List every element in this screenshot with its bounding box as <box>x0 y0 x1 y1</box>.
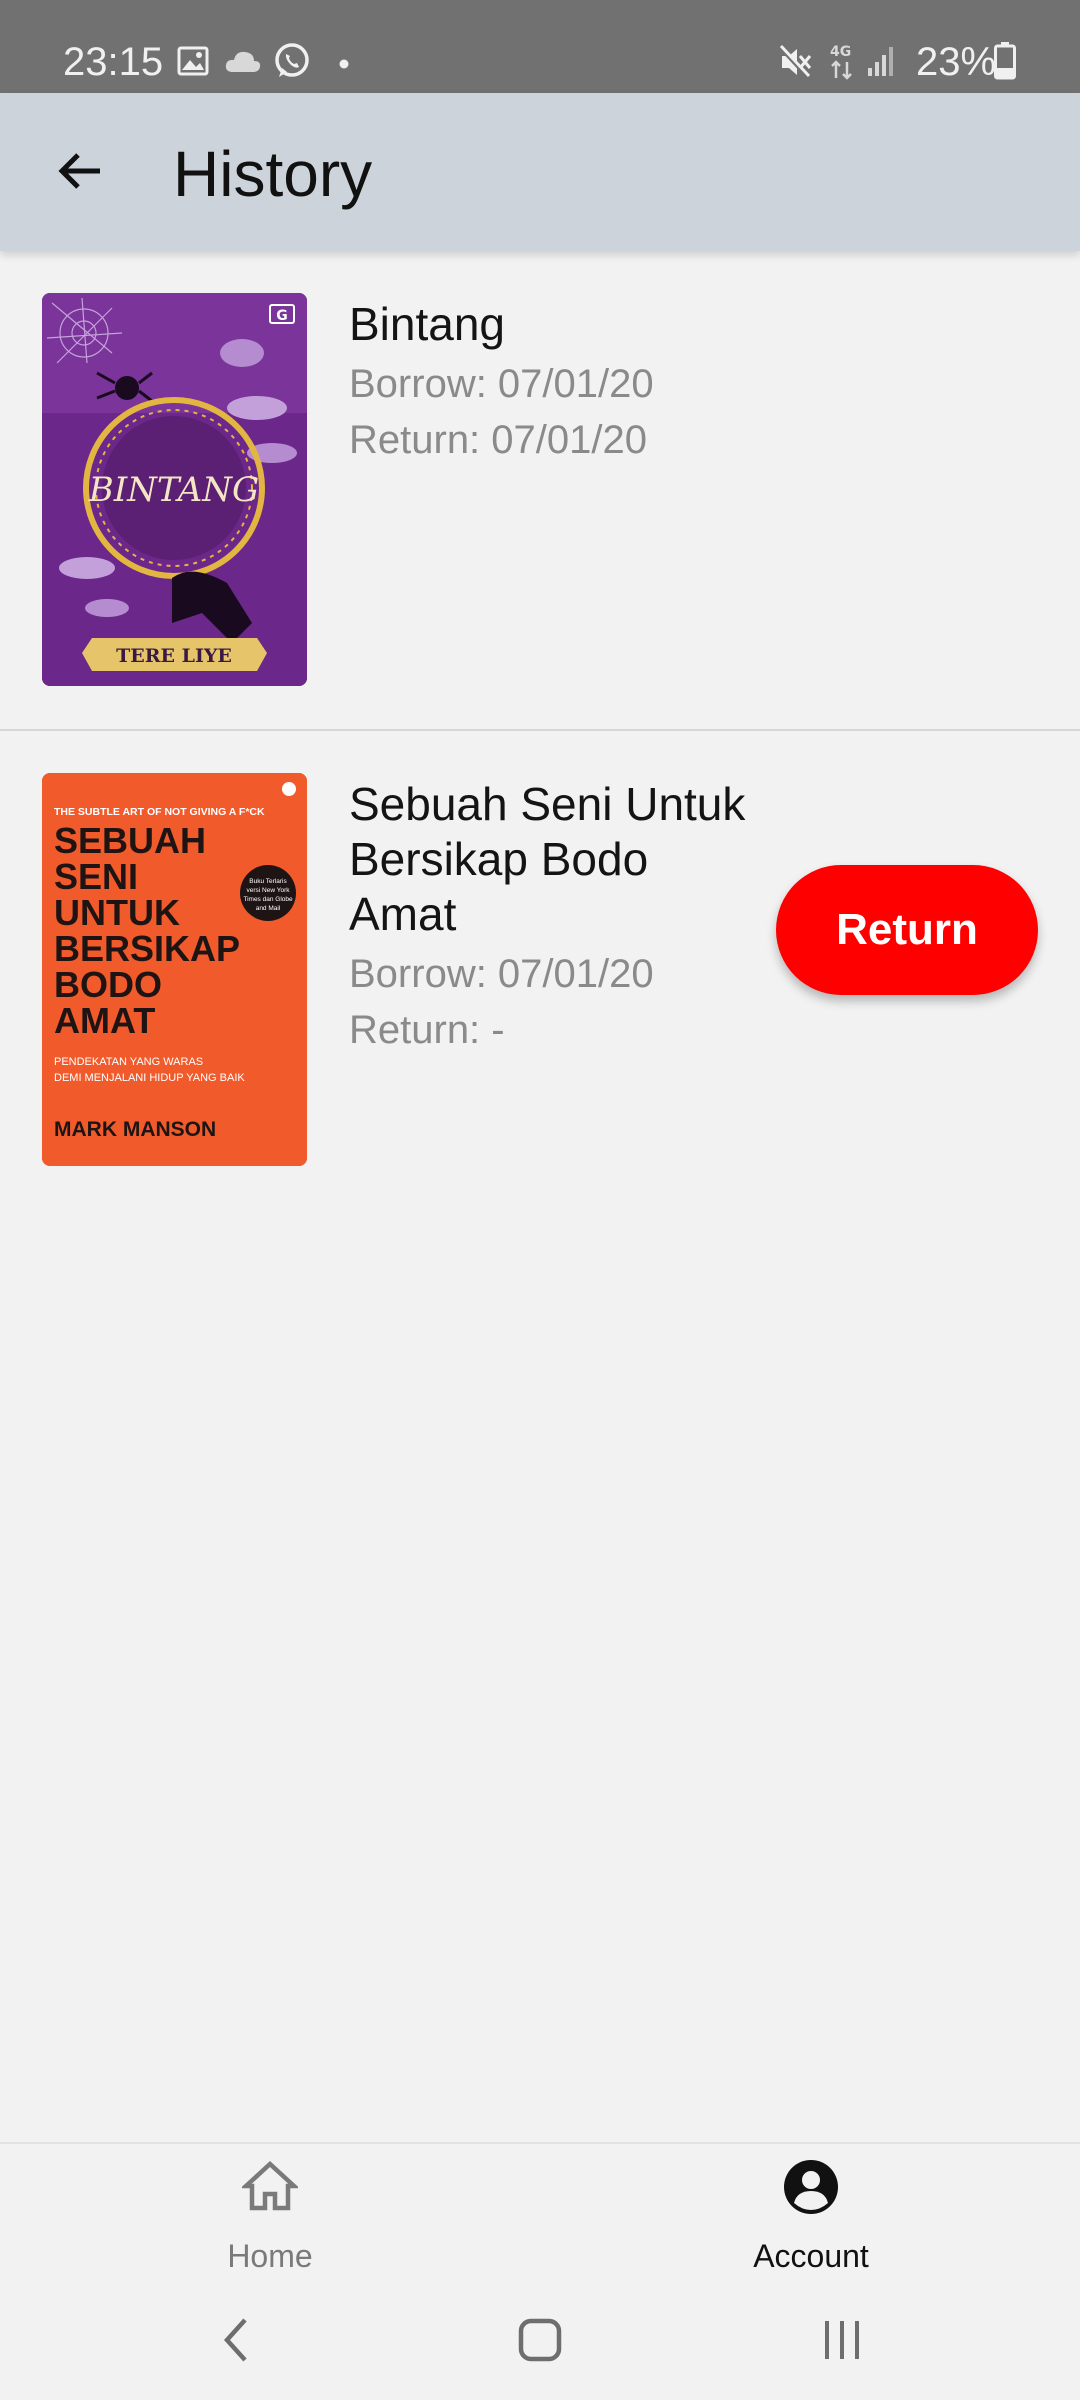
whatsapp-icon <box>273 42 311 85</box>
cover-publisher-mark: G <box>276 308 288 324</box>
cover-title-line: AMAT <box>54 1000 155 1041</box>
svg-text:versi New York: versi New York <box>247 887 291 894</box>
history-list: BINTANG TERE LIYE G Bintang Borrow: 07/0… <box>0 251 1080 1209</box>
borrow-date: Borrow: 07/01/20 <box>349 362 654 406</box>
network-4g-icon: 4G <box>828 42 856 87</box>
page-title: History <box>173 138 373 210</box>
book-cover: BINTANG TERE LIYE G <box>42 293 307 686</box>
system-nav-bar <box>0 2284 1080 2400</box>
home-icon <box>240 2158 300 2219</box>
cover-subtitle: DEMI MENJALANI HIDUP YANG BAIK <box>54 1072 245 1084</box>
cover-title-line: SENI <box>54 856 138 897</box>
nav-label-account: Account <box>753 2238 869 2274</box>
book-title: Bintang <box>349 298 506 350</box>
cover-title-line: SEBUAH <box>54 820 206 861</box>
svg-text:and Mail: and Mail <box>256 905 281 912</box>
signal-icon <box>866 44 898 83</box>
borrow-date: Borrow: 07/01/20 <box>349 952 654 996</box>
system-recents-button[interactable] <box>802 2312 882 2372</box>
system-home-button[interactable] <box>500 2312 580 2372</box>
history-item[interactable]: BINTANG TERE LIYE G Bintang Borrow: 07/0… <box>0 251 1080 729</box>
history-item[interactable]: THE SUBTLE ART OF NOT GIVING A F*CK SEBU… <box>0 731 1080 1209</box>
cover-title-line: BODO <box>54 964 162 1005</box>
screen: 23:15 4G 23% History BINTANG TERE LIYE G… <box>0 0 1080 2400</box>
account-icon <box>782 2158 840 2221</box>
gallery-icon <box>177 45 209 82</box>
app-bar: History <box>0 93 1080 251</box>
cover-tagline: THE SUBTLE ART OF NOT GIVING A F*CK <box>54 806 265 818</box>
return-date: Return: 07/01/20 <box>349 418 647 462</box>
recents-icon <box>819 2317 865 2368</box>
status-time: 23:15 <box>63 40 164 84</box>
system-back-button[interactable] <box>196 2312 276 2372</box>
back-button[interactable] <box>40 133 120 213</box>
svg-text:Buku Terlaris: Buku Terlaris <box>249 878 287 885</box>
cover-author: MARK MANSON <box>54 1118 216 1141</box>
cover-title-line: UNTUK <box>54 892 180 933</box>
arrow-back-icon <box>56 147 104 200</box>
cover-title-line: BERSIKAP <box>54 928 240 969</box>
book-cover: THE SUBTLE ART OF NOT GIVING A F*CK SEBU… <box>42 773 307 1166</box>
book-title: Sebuah Seni Untuk Bersikap Bodo Amat <box>349 778 746 940</box>
nav-item-account[interactable]: Account <box>661 2144 961 2286</box>
cloud-icon <box>224 48 262 79</box>
return-button[interactable]: Return <box>776 865 1038 995</box>
cover-subtitle: PENDEKATAN YANG WARAS <box>54 1056 203 1068</box>
svg-text:4G: 4G <box>830 44 851 60</box>
cover-author-text: TERE LIYE <box>116 645 232 667</box>
mute-icon <box>778 44 814 85</box>
svg-text:Times dan Globe: Times dan Globe <box>243 896 293 903</box>
battery-percentage: 23% <box>916 40 997 84</box>
nav-item-home[interactable]: Home <box>120 2144 420 2286</box>
nav-label-home: Home <box>227 2238 313 2274</box>
chevron-left-icon <box>221 2316 251 2369</box>
return-date: Return: - <box>349 1008 505 1052</box>
cover-title-text: BINTANG <box>88 470 259 510</box>
dot-icon <box>339 56 349 74</box>
bottom-nav: Home Account <box>0 2142 1080 2284</box>
battery-icon <box>994 42 1016 85</box>
status-bar: 23:15 4G 23% <box>0 0 1080 93</box>
home-square-icon <box>517 2317 563 2368</box>
